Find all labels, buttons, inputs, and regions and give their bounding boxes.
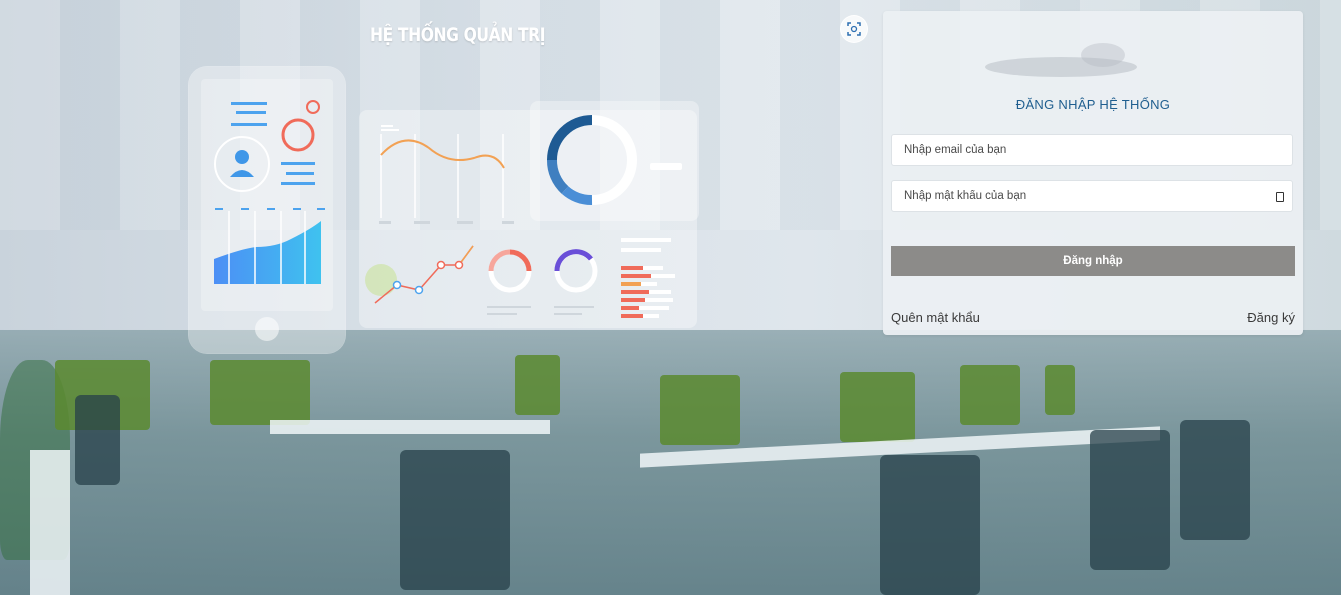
- background-chair: [515, 355, 560, 415]
- background-chair: [1045, 365, 1075, 415]
- background-chair: [880, 455, 980, 595]
- phone-illustration: [189, 67, 345, 353]
- phone-dashboard-graphic: [214, 100, 325, 284]
- login-button[interactable]: Đăng nhập: [891, 246, 1295, 276]
- logo-icon: [985, 43, 1137, 77]
- background-chair: [660, 375, 740, 445]
- forgot-password-link[interactable]: Quên mật khẩu: [891, 310, 980, 325]
- donut-chart-graphic: [546, 115, 682, 205]
- donut-panel-illustration: [530, 101, 699, 221]
- phone-screen: [201, 79, 333, 311]
- page-title: HỆ THỐNG QUẢN TRỊ: [370, 24, 546, 46]
- login-card: ĐĂNG NHẬP HỆ THỐNG Đăng nhập Quên mật kh…: [883, 11, 1303, 335]
- background-chair: [960, 365, 1020, 425]
- background-chair: [840, 372, 915, 442]
- background-cabinet: [30, 450, 70, 595]
- background-chair: [400, 450, 510, 590]
- background-chair: [1090, 430, 1170, 570]
- scan-icon: [847, 22, 861, 36]
- background-chair: [1180, 420, 1250, 540]
- phone-home-button-graphic: [255, 317, 279, 341]
- login-heading: ĐĂNG NHẬP HỆ THỐNG: [1015, 97, 1171, 112]
- email-field[interactable]: [891, 134, 1293, 166]
- background-desk: [270, 420, 550, 434]
- password-field[interactable]: [891, 180, 1293, 212]
- scan-button[interactable]: [840, 15, 868, 43]
- background-chair: [75, 395, 120, 485]
- register-link[interactable]: Đăng ký: [1247, 310, 1295, 325]
- eye-icon[interactable]: [1276, 192, 1284, 202]
- background-chair: [210, 360, 310, 425]
